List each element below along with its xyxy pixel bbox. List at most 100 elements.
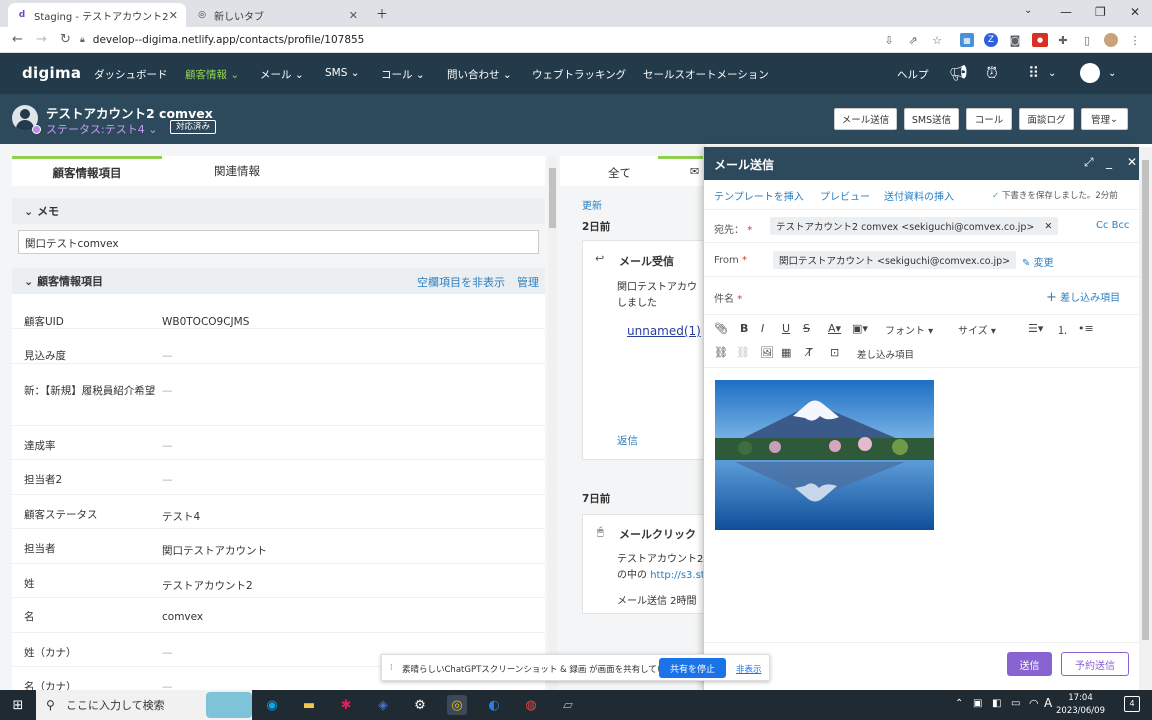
source-code-icon[interactable]: ⊡	[830, 346, 839, 359]
send-sms-button[interactable]: SMS送信	[904, 108, 959, 130]
extensions-puzzle-icon[interactable]: ✚	[1056, 33, 1070, 47]
taskbar-clock[interactable]: 17:04 2023/06/09	[1056, 692, 1105, 718]
memo-section-header[interactable]: ⌄ メモ	[12, 198, 545, 224]
tray-meet-icon[interactable]: ◧	[992, 698, 1001, 709]
schedule-send-button[interactable]: 予約送信	[1061, 652, 1129, 676]
stop-sharing-button[interactable]: 共有を停止	[659, 658, 726, 678]
left-scrollbar-thumb[interactable]	[549, 168, 556, 228]
strikethrough-icon[interactable]: S	[803, 322, 810, 335]
clear-format-icon[interactable]: T̸	[806, 346, 813, 359]
window-close-icon[interactable]: ✕	[1130, 5, 1140, 19]
slack-icon[interactable]: ✱	[336, 695, 356, 715]
font-select[interactable]: フォント ▾	[885, 322, 933, 337]
outlook-icon[interactable]: ◐	[484, 695, 504, 715]
meeting-log-button[interactable]: 面談ログ	[1019, 108, 1074, 130]
insert-merge-field-link[interactable]: + 差し込み項目	[1046, 289, 1120, 305]
nav-inquiry[interactable]: 問い合わせ ⌄	[447, 67, 512, 82]
field-value[interactable]: テスト4	[162, 509, 200, 524]
recorder-app-icon[interactable]: ◍	[521, 695, 541, 715]
italic-icon[interactable]: I	[761, 322, 764, 335]
reload-icon[interactable]: ↻	[60, 32, 71, 47]
chrome-icon[interactable]: ◎	[447, 695, 467, 715]
close-tab-icon[interactable]: ✕	[169, 9, 178, 22]
bookmark-star-icon[interactable]: ☆	[930, 33, 944, 47]
nav-mail[interactable]: メール ⌄	[260, 67, 304, 82]
attach-material-link[interactable]: 送付資料の挿入	[884, 188, 954, 203]
bullet-list-icon[interactable]: •≡	[1078, 322, 1094, 335]
wifi-icon[interactable]: ◠	[1029, 697, 1039, 710]
tray-app-icon[interactable]: ▣	[973, 698, 982, 709]
ime-indicator[interactable]: A	[1044, 696, 1052, 710]
back-icon[interactable]: ←	[12, 32, 23, 47]
bold-icon[interactable]: B	[740, 322, 748, 335]
click-url-link[interactable]: http://s3.sta	[650, 570, 706, 581]
app-grid-icon[interactable]: ⠿	[1028, 64, 1039, 82]
maximize-icon[interactable]: ❐	[1095, 5, 1106, 19]
forward-icon[interactable]: →	[36, 32, 47, 47]
record-extension-icon[interactable]: ●	[1032, 33, 1048, 47]
remove-recipient-icon[interactable]: ✕	[1044, 221, 1052, 232]
browser-tab-active[interactable]: d Staging - テストアカウント2 comvex ✕	[8, 3, 186, 27]
timeline-tab-mail[interactable]: ✉	[658, 156, 706, 186]
field-value[interactable]: —	[162, 385, 173, 397]
tray-up-arrow-icon[interactable]: ⌃	[955, 698, 963, 709]
tab-search-icon[interactable]: ⌄	[1024, 5, 1032, 16]
url-field[interactable]: 🔒︎ develop--digima.netlify.app/contacts/…	[80, 30, 880, 50]
minimize-modal-icon[interactable]: _	[1106, 155, 1112, 169]
merge-field-toolbar-button[interactable]: 差し込み項目	[857, 347, 914, 361]
taskbar-search-box[interactable]: ⚲ ここに入力して検索	[36, 690, 252, 720]
field-value[interactable]: —	[162, 440, 173, 452]
close-modal-icon[interactable]: ✕	[1127, 155, 1137, 169]
underline-icon[interactable]: U	[782, 322, 790, 335]
image-icon[interactable]: 🖼︎	[760, 346, 774, 359]
unlink-icon[interactable]: ⛓︎	[736, 346, 750, 359]
text-color-icon[interactable]: A▾	[828, 322, 841, 335]
notepad-icon[interactable]: ▱	[558, 695, 578, 715]
timeline-tab-all[interactable]: 全て	[560, 156, 660, 186]
field-value[interactable]: —	[162, 647, 173, 659]
zoom-extension-icon[interactable]: Z	[984, 33, 998, 47]
nav-call[interactable]: コール ⌄	[381, 67, 425, 82]
drag-handle-icon[interactable]: ⁞	[390, 663, 393, 673]
recipient-chip[interactable]: テストアカウント2 comvex <sekiguchi@comvex.co.jp…	[770, 217, 1059, 235]
size-select[interactable]: サイズ ▾	[958, 322, 996, 337]
profile-avatar-icon[interactable]	[1104, 33, 1118, 47]
send-email-button[interactable]: メール送信	[834, 108, 897, 130]
reply-link[interactable]: 返信	[617, 433, 638, 448]
link-icon[interactable]: ⛓︎	[714, 346, 728, 359]
preview-link[interactable]: プレビュー	[820, 188, 870, 203]
field-value[interactable]: —	[162, 350, 173, 362]
browser-menu-icon[interactable]: ⋮	[1128, 33, 1142, 47]
camera-extension-icon[interactable]: ◙	[1008, 33, 1022, 47]
new-tab-icon[interactable]: ＋	[376, 5, 388, 22]
align-icon[interactable]: ☰▾	[1028, 322, 1043, 335]
edge-browser-icon[interactable]: ◉	[262, 695, 282, 715]
modal-scrollbar-thumb[interactable]	[1142, 160, 1149, 640]
tray-battery-icon[interactable]: ▭	[1011, 698, 1020, 709]
windows-start-icon[interactable]: ⊞	[8, 695, 28, 715]
chevron-down-icon[interactable]: ⌄	[1108, 68, 1116, 79]
inserted-image[interactable]	[715, 380, 934, 530]
file-explorer-icon[interactable]: ▬	[299, 695, 319, 715]
attachment-link[interactable]: unnamed(1)	[627, 324, 701, 338]
megaphone-icon[interactable]: 📢︎	[949, 64, 968, 82]
notification-center-icon[interactable]: 4	[1124, 696, 1140, 712]
info-section-header[interactable]: ⌄ 顧客情報項目 空欄項目を非表示 管理	[12, 268, 545, 294]
call-button[interactable]: コール	[966, 108, 1012, 130]
user-avatar-icon[interactable]	[1080, 63, 1100, 83]
install-icon[interactable]: ⇩	[882, 33, 896, 47]
nav-web-tracking[interactable]: ウェブトラッキング	[532, 67, 626, 82]
field-value[interactable]: WB0TOCO9CJMS	[162, 316, 249, 328]
hide-banner-link[interactable]: 非表示	[736, 663, 762, 675]
extension-icon[interactable]: ▦	[960, 33, 974, 47]
share-icon[interactable]: ⇗	[906, 33, 920, 47]
sidepanel-icon[interactable]: ▯	[1080, 33, 1094, 47]
tab-related-info[interactable]: 関連情報	[162, 156, 312, 186]
expand-icon[interactable]: ⤢	[1084, 155, 1094, 170]
cc-bcc-link[interactable]: Cc Bcc	[1096, 220, 1130, 231]
field-value[interactable]: comvex	[162, 611, 203, 623]
contact-status[interactable]: ステータス:テスト4 ⌄	[46, 121, 157, 137]
nav-contacts[interactable]: 顧客情報 ⌄	[185, 67, 239, 82]
ordered-list-icon[interactable]: ⒈	[1057, 322, 1068, 338]
field-value[interactable]: —	[162, 474, 173, 486]
